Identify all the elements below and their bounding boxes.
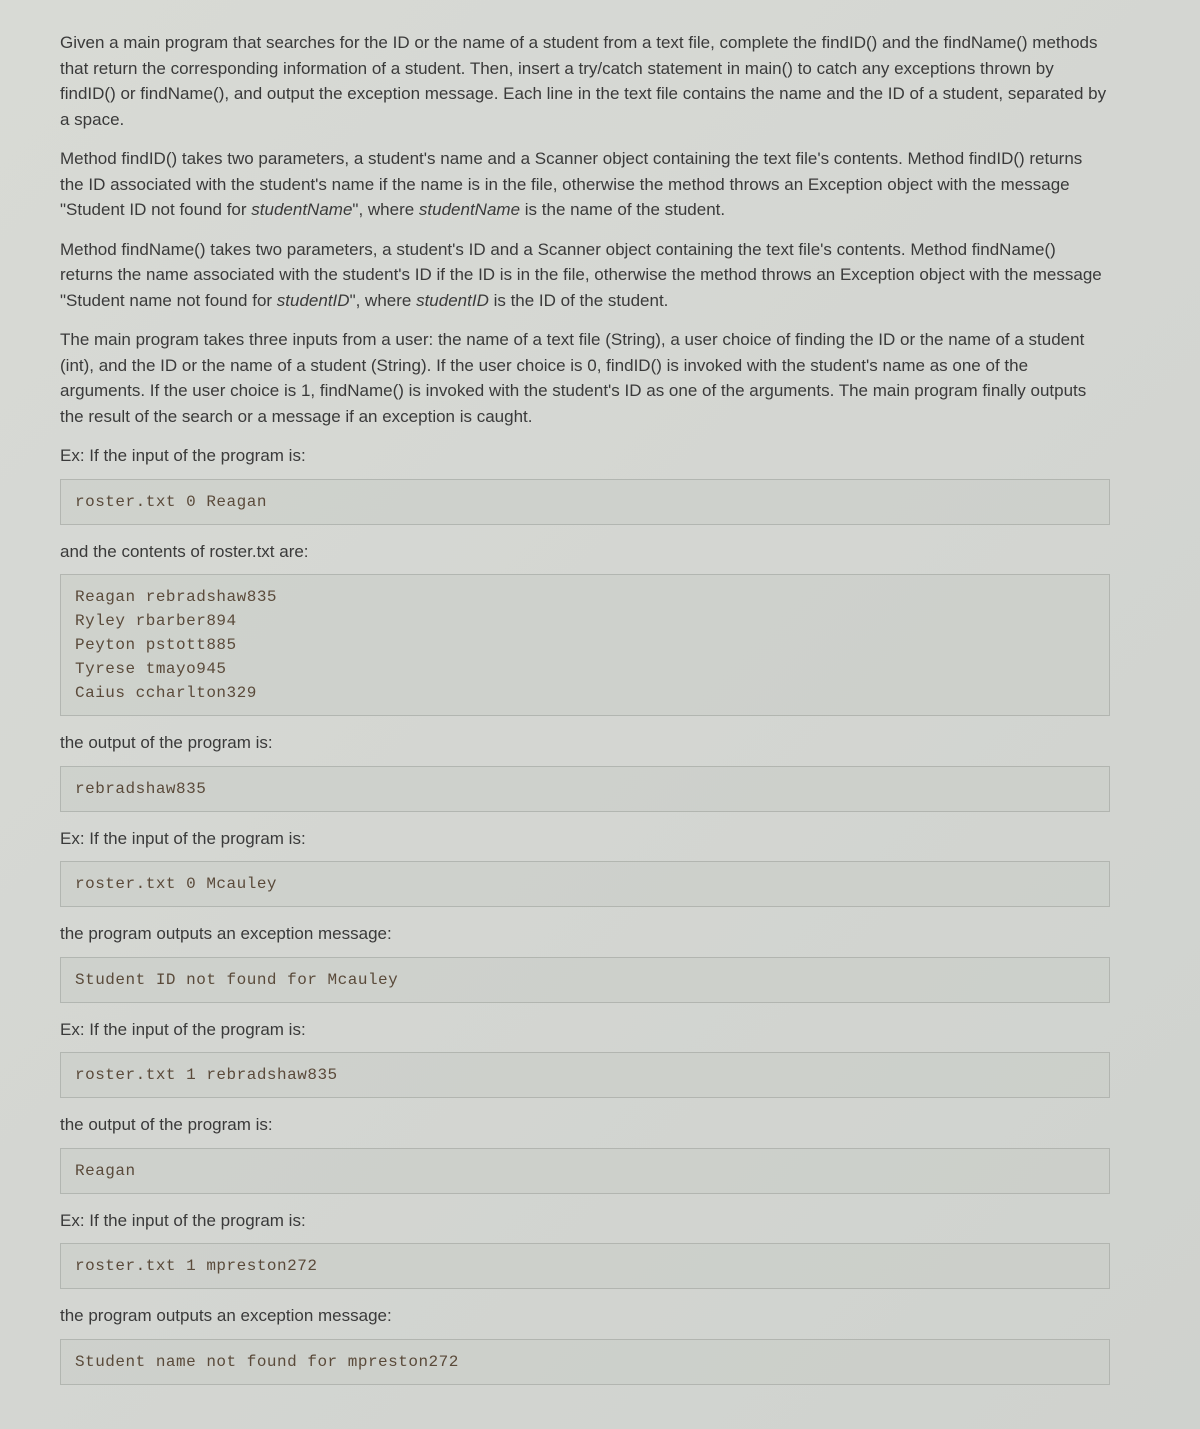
findname-text-3: is the ID of the student. <box>489 291 669 310</box>
findid-text-3: is the name of the student. <box>520 200 725 219</box>
output-1-code: rebradshaw835 <box>60 766 1110 812</box>
example-3-input-code: roster.txt 1 rebradshaw835 <box>60 1052 1110 1098</box>
findname-paragraph: Method findName() takes two parameters, … <box>60 237 1110 314</box>
findname-text-2: ", where <box>350 291 417 310</box>
exception-2-code: Student name not found for mpreston272 <box>60 1339 1110 1385</box>
example-2-input-code: roster.txt 0 Mcauley <box>60 861 1110 907</box>
exception-2-label: the program outputs an exception message… <box>60 1303 1110 1329</box>
exception-1-label: the program outputs an exception message… <box>60 921 1110 947</box>
roster-contents-code: Reagan rebradshaw835 Ryley rbarber894 Pe… <box>60 574 1110 716</box>
findname-italic-1: studentID <box>277 291 350 310</box>
output-2-code: Reagan <box>60 1148 1110 1194</box>
intro-paragraph: Given a main program that searches for t… <box>60 30 1110 132</box>
findname-italic-2: studentID <box>416 291 489 310</box>
output-1-label: the output of the program is: <box>60 730 1110 756</box>
example-4-label: Ex: If the input of the program is: <box>60 1208 1110 1234</box>
findid-italic-1: studentName <box>251 200 352 219</box>
main-description-paragraph: The main program takes three inputs from… <box>60 327 1110 429</box>
findid-italic-2: studentName <box>419 200 520 219</box>
example-1-input-code: roster.txt 0 Reagan <box>60 479 1110 525</box>
example-4-input-code: roster.txt 1 mpreston272 <box>60 1243 1110 1289</box>
output-2-label: the output of the program is: <box>60 1112 1110 1138</box>
roster-contents-label: and the contents of roster.txt are: <box>60 539 1110 565</box>
findid-text-2: ", where <box>352 200 419 219</box>
example-3-label: Ex: If the input of the program is: <box>60 1017 1110 1043</box>
findid-paragraph: Method findID() takes two parameters, a … <box>60 146 1110 223</box>
example-1-label: Ex: If the input of the program is: <box>60 443 1110 469</box>
exception-1-code: Student ID not found for Mcauley <box>60 957 1110 1003</box>
problem-description: Given a main program that searches for t… <box>60 30 1110 1385</box>
example-2-label: Ex: If the input of the program is: <box>60 826 1110 852</box>
